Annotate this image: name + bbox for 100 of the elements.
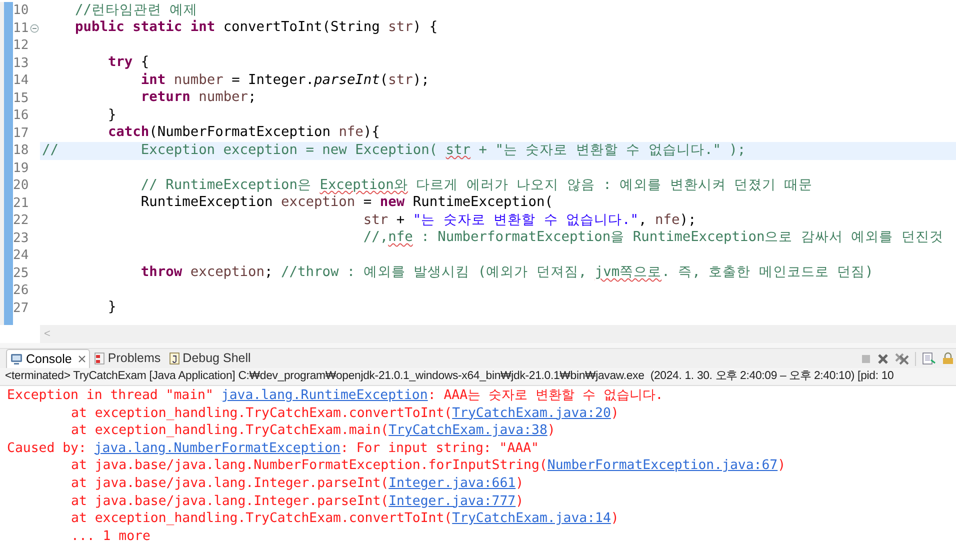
code-token: number bbox=[198, 91, 248, 106]
code-token: { bbox=[140, 56, 150, 70]
console-text: ) bbox=[516, 474, 524, 493]
code-token: exception bbox=[190, 266, 265, 280]
code-comment: + "는 숫자로 변환할 수 없습니다." ); bbox=[478, 144, 746, 158]
code-token: ){ bbox=[363, 126, 380, 140]
console-text: ) bbox=[778, 457, 786, 475]
lock-icon[interactable] bbox=[942, 352, 954, 365]
monitor-icon bbox=[10, 353, 23, 365]
console-text: : AAA는 숫자로 변환할 수 없습니다. bbox=[428, 387, 664, 405]
view-tab[interactable]: Console bbox=[6, 349, 90, 368]
problems-icon bbox=[94, 352, 105, 365]
line-number: 12 bbox=[13, 39, 29, 52]
stack-trace-link[interactable]: Integer.java:661 bbox=[388, 474, 516, 493]
code-comment: // Exception exception = new Exception( bbox=[42, 144, 439, 158]
code-token: ); bbox=[680, 214, 696, 228]
line-number: 25 bbox=[13, 266, 29, 280]
console-text: ) bbox=[547, 422, 556, 440]
code-comment: : NumberformatException을 RuntimeException으로 감싸서 예외를 던진것 bbox=[421, 231, 944, 246]
launch-info: <terminated> TryCatchExam [Java Application] C:₩dev_program₩openjdk-21.0.1_windows-x64_bin₩jdk-21.0.1₩bin₩javaw.exe (2024. 1. 30. 오후 2:40:09 – 오후 2:40:10) [pid: 10 bbox=[5, 368, 894, 384]
line-number: 16 bbox=[13, 109, 29, 122]
console-text: at exception_handling.TryCatchExam.convertToInt( bbox=[71, 404, 452, 422]
code-comment: jvm쪽으로 bbox=[594, 266, 662, 280]
code-token: public static int bbox=[74, 21, 216, 36]
console-text: at java.base/java.lang.NumberFormatException.forInputString( bbox=[71, 457, 548, 475]
code-comment: //throw : 예외를 발생시킴 (예외가 던져짐, bbox=[281, 266, 588, 280]
code-token: + bbox=[396, 214, 406, 228]
code-token: number bbox=[174, 74, 224, 88]
code-token: throw bbox=[140, 266, 182, 280]
code-comment: //런타임관련 예제 bbox=[74, 4, 198, 18]
stack-trace-link[interactable]: TryCatchExam.java:14 bbox=[452, 510, 611, 528]
line-number: 19 bbox=[13, 162, 29, 175]
code-token: "는 숫자로 변환할 수 없습니다." bbox=[412, 214, 639, 228]
code-token: nfe bbox=[338, 126, 364, 140]
code-token: catch bbox=[108, 126, 150, 140]
console-text: Caused by: bbox=[7, 440, 88, 458]
console-text: at exception_handling.TryCatchExam.convertToInt( bbox=[71, 510, 452, 528]
stack-trace-link[interactable]: Integer.java:777 bbox=[388, 492, 516, 510]
console-text: ) bbox=[610, 510, 619, 528]
code-token: str bbox=[363, 214, 388, 228]
code-token: RuntimeException bbox=[140, 196, 274, 210]
line-number: 18 bbox=[13, 144, 29, 158]
console-text: ... 1 more bbox=[71, 528, 150, 546]
code-token: str bbox=[388, 74, 413, 88]
console-text: at java.base/java.lang.Integer.parseInt( bbox=[71, 474, 389, 493]
line-number: 24 bbox=[13, 249, 29, 262]
line-number: 21 bbox=[13, 196, 29, 210]
line-number: 26 bbox=[13, 284, 29, 298]
line-number: 27 bbox=[13, 302, 29, 315]
code-token: return bbox=[140, 91, 190, 106]
stack-trace-link[interactable]: TryCatchExam.java:38 bbox=[388, 422, 548, 440]
code-token: ); bbox=[412, 74, 430, 88]
code-token: try bbox=[108, 56, 133, 70]
code-token: ; bbox=[248, 91, 256, 106]
code-token: = bbox=[363, 196, 373, 210]
console-text: at exception_handling.TryCatchExam.main( bbox=[71, 422, 389, 440]
stack-trace-link[interactable]: java.lang.RuntimeException bbox=[221, 387, 428, 405]
code-comment: str bbox=[446, 144, 471, 158]
remove-all-icon[interactable] bbox=[895, 352, 909, 365]
code-token: ; bbox=[264, 266, 274, 280]
view-tab[interactable]: Debug Shell bbox=[164, 349, 255, 368]
code-token: exception bbox=[280, 196, 356, 210]
remove-icon[interactable] bbox=[877, 352, 889, 364]
code-token: parseInt bbox=[314, 74, 380, 88]
document-icon bbox=[168, 352, 180, 365]
document-icon[interactable] bbox=[922, 352, 936, 365]
code-token: str bbox=[388, 21, 413, 36]
code-comment: . 즉, 호출한 메인코드로 던짐) bbox=[662, 266, 874, 280]
line-number: 23 bbox=[13, 232, 29, 245]
line-number: 20 bbox=[13, 179, 29, 192]
code-comment: // RuntimeException은 bbox=[140, 178, 312, 193]
console-text: : For input string: "AAA" bbox=[340, 440, 539, 458]
code-token: } bbox=[108, 108, 116, 123]
code-token: ( bbox=[380, 74, 388, 88]
line-number: 14 bbox=[13, 74, 29, 88]
code-token: RuntimeException( bbox=[412, 196, 553, 210]
code-token: new bbox=[380, 196, 405, 210]
code-token: , bbox=[638, 214, 648, 228]
line-number: 15 bbox=[13, 92, 29, 105]
line-number: 13 bbox=[13, 56, 29, 70]
stack-trace-link[interactable]: java.lang.NumberFormatException bbox=[94, 440, 340, 458]
code-token: ) { bbox=[412, 21, 438, 36]
line-number: 11 bbox=[13, 22, 29, 35]
console-text: Exception in thread "main" bbox=[7, 387, 214, 405]
close-icon[interactable] bbox=[78, 355, 86, 363]
code-comment: 다르게 에러가 나오지 않음 : 예외를 변환시켜 던졌기 때문 bbox=[416, 178, 812, 193]
code-token: convertToInt(String bbox=[223, 21, 381, 36]
code-comment: nfe bbox=[388, 231, 413, 246]
code-comment: Exception와 bbox=[320, 178, 408, 193]
line-number: 17 bbox=[13, 126, 29, 140]
stack-trace-link[interactable]: NumberFormatException.java:67 bbox=[547, 457, 778, 475]
code-editor[interactable] bbox=[0, 0, 956, 325]
fold-icon[interactable] bbox=[30, 24, 39, 33]
console-text: at java.base/java.lang.Integer.parseInt( bbox=[71, 492, 389, 510]
code-token: nfe bbox=[655, 214, 680, 228]
console-text: ) bbox=[610, 404, 619, 422]
view-tab[interactable]: Problems bbox=[90, 349, 165, 368]
code-token: (NumberFormatException bbox=[149, 126, 332, 140]
stack-trace-link[interactable]: TryCatchExam.java:20 bbox=[452, 404, 611, 422]
code-token: int bbox=[140, 74, 166, 88]
